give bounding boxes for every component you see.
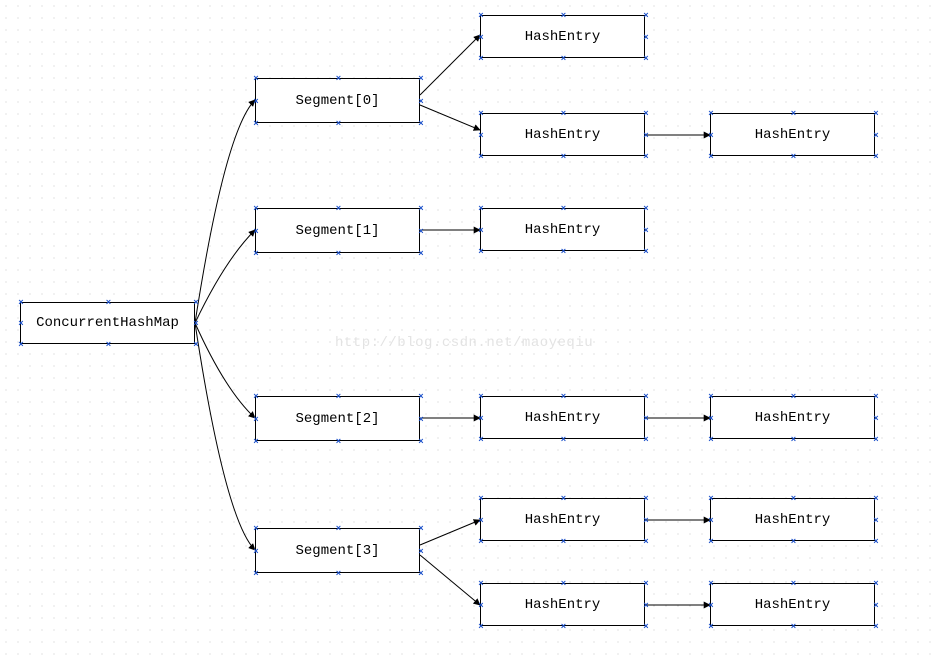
node-label: HashEntry bbox=[755, 410, 831, 426]
node-hashentry: HashEntry bbox=[710, 396, 875, 439]
node-label: Segment[0] bbox=[295, 93, 379, 109]
node-hashentry: HashEntry bbox=[480, 208, 645, 251]
node-label: Segment[1] bbox=[295, 223, 379, 239]
node-segment-1: Segment[1] bbox=[255, 208, 420, 253]
watermark-text: http://blog.csdn.net/maoyeqiu bbox=[335, 335, 593, 351]
node-label: Segment[2] bbox=[295, 411, 379, 427]
node-label: ConcurrentHashMap bbox=[36, 315, 179, 331]
node-label: HashEntry bbox=[755, 512, 831, 528]
node-segment-3: Segment[3] bbox=[255, 528, 420, 573]
node-concurrenthashmap: ConcurrentHashMap bbox=[20, 302, 195, 344]
node-segment-2: Segment[2] bbox=[255, 396, 420, 441]
node-label: HashEntry bbox=[755, 127, 831, 143]
node-hashentry: HashEntry bbox=[480, 396, 645, 439]
node-label: HashEntry bbox=[525, 222, 601, 238]
node-hashentry: HashEntry bbox=[710, 583, 875, 626]
node-hashentry: HashEntry bbox=[710, 498, 875, 541]
node-hashentry: HashEntry bbox=[710, 113, 875, 156]
node-hashentry: HashEntry bbox=[480, 113, 645, 156]
node-hashentry: HashEntry bbox=[480, 498, 645, 541]
node-label: HashEntry bbox=[525, 127, 601, 143]
node-label: HashEntry bbox=[755, 597, 831, 613]
node-label: HashEntry bbox=[525, 410, 601, 426]
node-label: HashEntry bbox=[525, 597, 601, 613]
node-label: HashEntry bbox=[525, 512, 601, 528]
node-label: Segment[3] bbox=[295, 543, 379, 559]
node-hashentry: HashEntry bbox=[480, 583, 645, 626]
node-hashentry: HashEntry bbox=[480, 15, 645, 58]
node-label: HashEntry bbox=[525, 29, 601, 45]
node-segment-0: Segment[0] bbox=[255, 78, 420, 123]
